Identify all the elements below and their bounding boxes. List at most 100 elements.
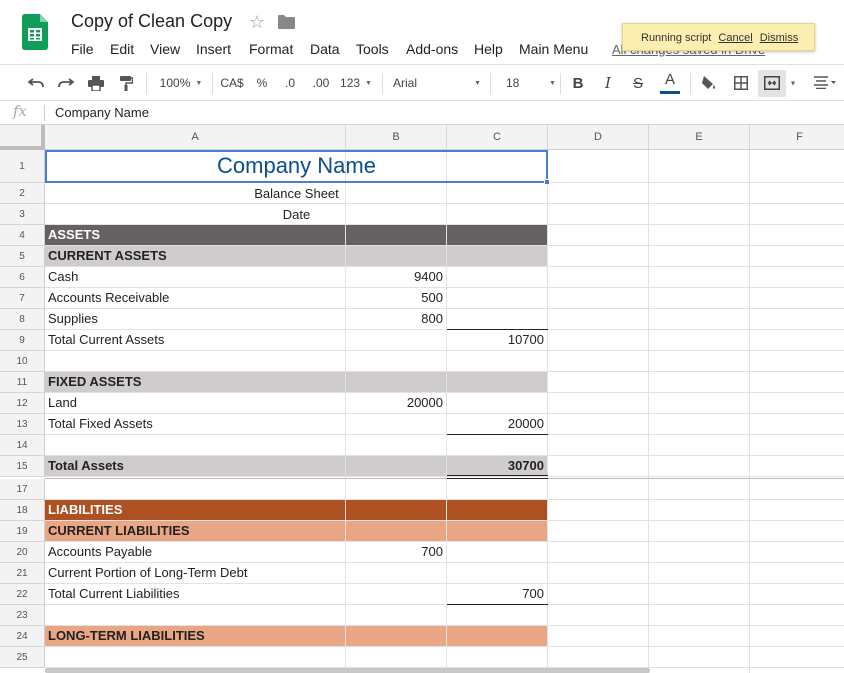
merge-cells-icon[interactable] xyxy=(758,70,786,97)
cell-a1-company-name[interactable]: Company Name xyxy=(45,150,548,183)
row-header-18[interactable]: 18 xyxy=(0,500,45,521)
total-fixed-assets-value[interactable]: 20000 xyxy=(447,413,548,434)
text-color-button[interactable]: A xyxy=(658,65,682,102)
borders-icon[interactable] xyxy=(729,65,753,102)
row-header-20[interactable]: 20 xyxy=(0,542,45,563)
zoom-select[interactable]: 100% ▼ xyxy=(152,65,210,102)
fixed-assets-header[interactable]: FIXED ASSETS xyxy=(45,371,141,392)
accounts-payable-value[interactable]: 700 xyxy=(346,541,447,562)
formula-input[interactable]: Company Name xyxy=(55,105,149,120)
cash-value[interactable]: 9400 xyxy=(346,266,447,287)
menu-edit[interactable]: Edit xyxy=(110,41,134,57)
menu-addons[interactable]: Add-ons xyxy=(406,41,458,57)
row-header-10[interactable]: 10 xyxy=(0,351,45,372)
selection-fill-handle[interactable] xyxy=(544,179,550,185)
row-header-3[interactable]: 3 xyxy=(0,204,45,225)
total-current-assets-value[interactable]: 10700 xyxy=(447,329,548,350)
current-assets-header[interactable]: CURRENT ASSETS xyxy=(45,245,167,266)
row-header-5[interactable]: 5 xyxy=(0,246,45,267)
accounts-payable-label[interactable]: Accounts Payable xyxy=(45,541,152,562)
total-current-liabilities-label[interactable]: Total Current Liabilities xyxy=(45,583,180,604)
assets-header[interactable]: ASSETS xyxy=(45,224,100,245)
undo-icon[interactable] xyxy=(24,65,48,102)
toast-dismiss-link[interactable]: Dismiss xyxy=(760,32,799,44)
total-fixed-assets-label[interactable]: Total Fixed Assets xyxy=(45,413,153,434)
column-header-e[interactable]: E xyxy=(649,125,750,150)
supplies-value[interactable]: 800 xyxy=(346,308,447,329)
row-header-1[interactable]: 1 xyxy=(0,150,45,183)
current-portion-ltd-label[interactable]: Current Portion of Long-Term Debt xyxy=(45,562,247,583)
land-value[interactable]: 20000 xyxy=(346,392,447,413)
row-header-21[interactable]: 21 xyxy=(0,563,45,584)
strikethrough-button[interactable]: S xyxy=(628,65,648,102)
total-assets-value[interactable]: 30700 xyxy=(447,455,548,476)
row-header-15[interactable]: 15 xyxy=(0,456,45,477)
row-header-4[interactable]: 4 xyxy=(0,225,45,246)
document-title[interactable]: Copy of Clean Copy xyxy=(71,11,232,32)
redo-icon[interactable] xyxy=(54,65,78,102)
row-header-23[interactable]: 23 xyxy=(0,605,45,626)
fill-color-icon[interactable] xyxy=(697,65,721,102)
font-size-select[interactable]: 18 ▼ xyxy=(498,65,556,102)
row-header-13[interactable]: 13 xyxy=(0,414,45,435)
row-header-17[interactable]: 17 xyxy=(0,479,45,500)
star-icon[interactable]: ☆ xyxy=(249,12,265,33)
row-header-24[interactable]: 24 xyxy=(0,626,45,647)
currency-format-button[interactable]: CA$ xyxy=(217,65,247,102)
increase-decimal-button[interactable]: .00 xyxy=(309,65,333,102)
align-icon[interactable] xyxy=(810,65,840,102)
row-header-11[interactable]: 11 xyxy=(0,372,45,393)
font-family-select[interactable]: Arial ▼ xyxy=(393,65,485,102)
total-assets-label[interactable]: Total Assets xyxy=(45,455,124,476)
more-formats-button[interactable]: 123 ▼ xyxy=(338,65,374,102)
cash-label[interactable]: Cash xyxy=(45,266,78,287)
long-term-liabilities-header[interactable]: LONG-TERM LIABILITIES xyxy=(45,625,205,646)
row-header-8[interactable]: 8 xyxy=(0,309,45,330)
balance-sheet-subtitle[interactable]: Balance Sheet xyxy=(45,183,548,204)
menu-file[interactable]: File xyxy=(71,41,94,57)
select-all-corner[interactable] xyxy=(0,125,45,150)
row-header-12[interactable]: 12 xyxy=(0,393,45,414)
bold-button[interactable]: B xyxy=(568,65,588,102)
toast-cancel-link[interactable]: Cancel xyxy=(718,32,752,44)
supplies-label[interactable]: Supplies xyxy=(45,308,98,329)
row-header-19[interactable]: 19 xyxy=(0,521,45,542)
column-header-c[interactable]: C xyxy=(447,125,548,150)
menu-main-menu[interactable]: Main Menu xyxy=(519,41,588,57)
column-header-a[interactable]: A xyxy=(45,125,346,150)
percent-format-button[interactable]: % xyxy=(253,65,271,102)
row-header-9[interactable]: 9 xyxy=(0,330,45,351)
decrease-decimal-button[interactable]: .0 xyxy=(280,65,300,102)
total-current-assets-label[interactable]: Total Current Assets xyxy=(45,329,164,350)
merge-dropdown-caret-icon[interactable]: ▼ xyxy=(788,65,798,102)
row-header-7[interactable]: 7 xyxy=(0,288,45,309)
accounts-receivable-label[interactable]: Accounts Receivable xyxy=(45,287,169,308)
horizontal-scrollbar[interactable] xyxy=(45,668,650,673)
row-header-22[interactable]: 22 xyxy=(0,584,45,605)
sheets-logo-icon[interactable] xyxy=(22,14,48,50)
print-icon[interactable] xyxy=(84,65,108,102)
liabilities-header[interactable]: LIABILITIES xyxy=(45,499,122,520)
menu-insert[interactable]: Insert xyxy=(196,41,231,57)
menu-view[interactable]: View xyxy=(150,41,180,57)
accounts-receivable-value[interactable]: 500 xyxy=(346,287,447,308)
column-header-b[interactable]: B xyxy=(346,125,447,150)
italic-button[interactable]: I xyxy=(598,65,618,102)
total-current-liabilities-value[interactable]: 700 xyxy=(447,583,548,604)
row-header-2[interactable]: 2 xyxy=(0,183,45,204)
current-liabilities-header[interactable]: CURRENT LIABILITIES xyxy=(45,520,190,541)
folder-icon[interactable] xyxy=(278,15,295,29)
menu-format[interactable]: Format xyxy=(249,41,293,57)
row-header-25[interactable]: 25 xyxy=(0,647,45,668)
row-header-6[interactable]: 6 xyxy=(0,267,45,288)
date-cell[interactable]: Date xyxy=(45,204,548,225)
menu-data[interactable]: Data xyxy=(310,41,340,57)
app-header: Copy of Clean Copy ☆ File Edit View Inse… xyxy=(0,0,844,64)
paint-format-icon[interactable] xyxy=(114,65,138,102)
column-header-d[interactable]: D xyxy=(548,125,649,150)
land-label[interactable]: Land xyxy=(45,392,77,413)
menu-tools[interactable]: Tools xyxy=(356,41,389,57)
column-header-f[interactable]: F xyxy=(750,125,844,150)
menu-help[interactable]: Help xyxy=(474,41,503,57)
row-header-14[interactable]: 14 xyxy=(0,435,45,456)
